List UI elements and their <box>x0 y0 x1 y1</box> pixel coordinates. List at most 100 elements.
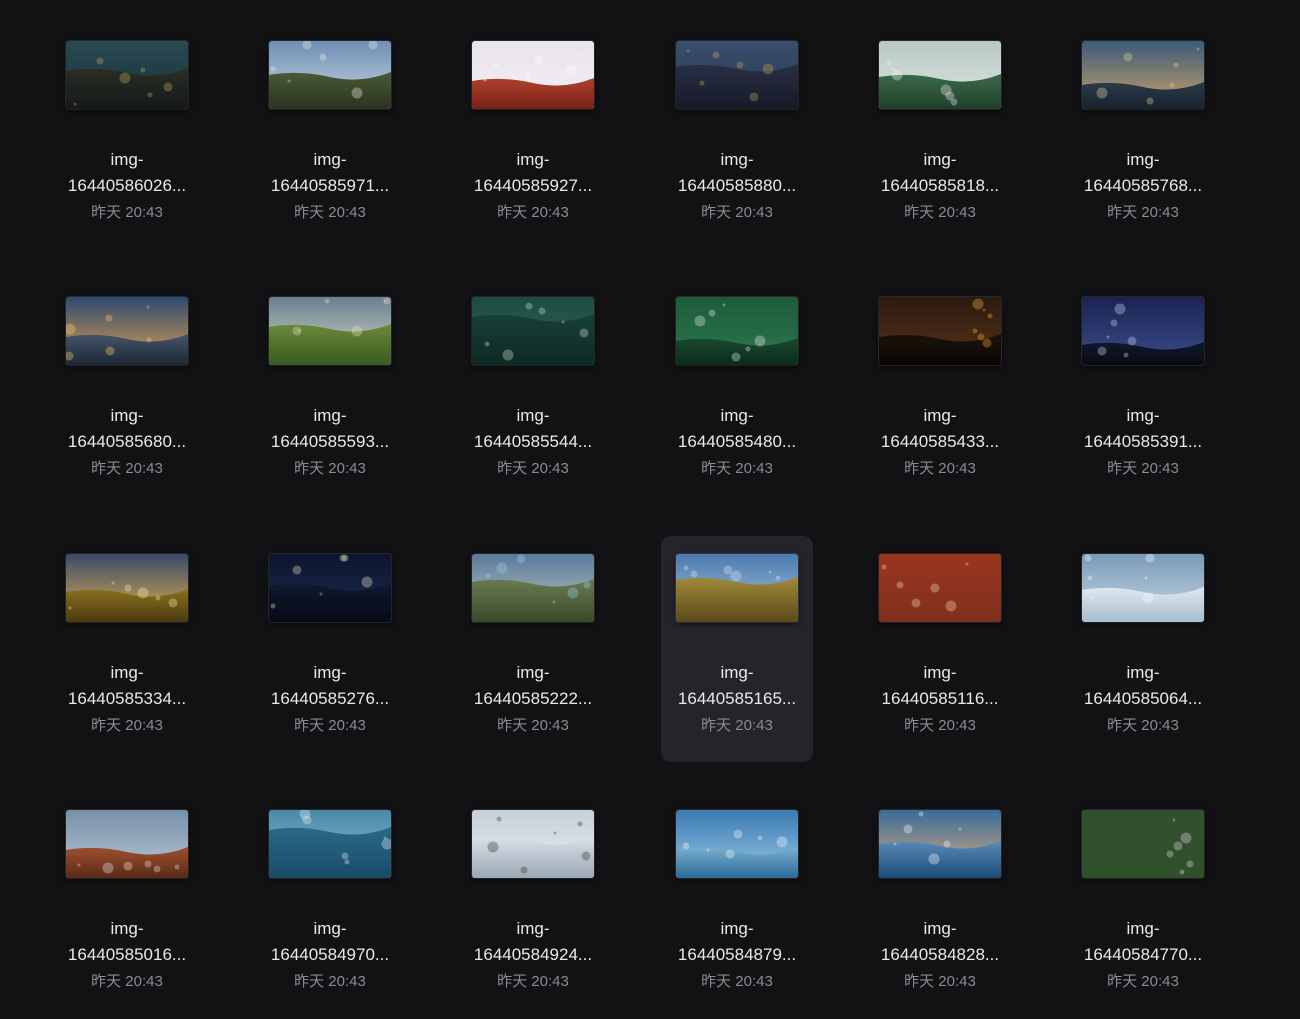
file-item[interactable]: img- 16440584770... 昨天 20:43 <box>1067 792 1219 1018</box>
image-thumbnail-icon[interactable] <box>1082 810 1204 878</box>
file-item[interactable]: img- 16440585971... 昨天 20:43 <box>254 23 406 249</box>
file-date: 昨天 20:43 <box>904 717 976 734</box>
file-date: 昨天 20:43 <box>904 204 976 221</box>
image-thumbnail-icon[interactable] <box>66 810 188 878</box>
file-item[interactable]: img- 16440585116... 昨天 20:43 <box>864 536 1016 762</box>
file-name-line1: img- <box>313 406 347 425</box>
file-name-line2: 16440584879... <box>677 945 797 964</box>
file-name-line2: 16440585165... <box>677 689 797 708</box>
file-date: 昨天 20:43 <box>701 973 773 990</box>
file-name-line1: img- <box>1126 919 1160 938</box>
image-thumbnail-icon[interactable] <box>269 554 391 622</box>
image-thumbnail-icon[interactable] <box>676 810 798 878</box>
file-date: 昨天 20:43 <box>701 204 773 221</box>
file-name-line1: img- <box>110 919 144 938</box>
file-name-line1: img- <box>1126 663 1160 682</box>
file-item[interactable]: img- 16440585064... 昨天 20:43 <box>1067 536 1219 762</box>
image-thumbnail-icon[interactable] <box>66 554 188 622</box>
image-thumbnail-icon[interactable] <box>676 41 798 109</box>
image-thumbnail-icon[interactable] <box>879 554 1001 622</box>
file-name-line1: img- <box>313 663 347 682</box>
file-name-line2: 16440585593... <box>270 432 390 451</box>
file-name-line1: img- <box>923 150 957 169</box>
file-item[interactable]: img- 16440585818... 昨天 20:43 <box>864 23 1016 249</box>
file-name-line2: 16440585116... <box>881 689 999 708</box>
file-name-line1: img- <box>720 919 754 938</box>
file-item[interactable]: img- 16440585433... 昨天 20:43 <box>864 279 1016 505</box>
file-name-line1: img- <box>516 663 550 682</box>
file-name-line2: 16440586026... <box>67 176 187 195</box>
file-name-line2: 16440584970... <box>270 945 390 964</box>
file-item[interactable]: img- 16440585768... 昨天 20:43 <box>1067 23 1219 249</box>
file-date: 昨天 20:43 <box>294 973 366 990</box>
file-item[interactable]: img- 16440584879... 昨天 20:43 <box>661 792 813 1018</box>
image-thumbnail-icon[interactable] <box>66 297 188 365</box>
file-name-line2: 16440585433... <box>880 432 1000 451</box>
image-thumbnail-icon[interactable] <box>676 297 798 365</box>
file-item[interactable]: img- 16440585222... 昨天 20:43 <box>457 536 609 762</box>
file-name-line2: 16440584924... <box>473 945 593 964</box>
file-name-line1: img- <box>1126 406 1160 425</box>
file-name-line2: 16440585480... <box>677 432 797 451</box>
file-item[interactable]: img- 16440585593... 昨天 20:43 <box>254 279 406 505</box>
file-item[interactable]: img- 16440584924... 昨天 20:43 <box>457 792 609 1018</box>
file-date: 昨天 20:43 <box>294 204 366 221</box>
image-thumbnail-icon[interactable] <box>1082 41 1204 109</box>
file-item[interactable]: img- 16440585544... 昨天 20:43 <box>457 279 609 505</box>
file-date: 昨天 20:43 <box>294 717 366 734</box>
file-name-line2: 16440585680... <box>67 432 187 451</box>
file-name-line2: 16440585971... <box>270 176 390 195</box>
file-name-line1: img- <box>720 663 754 682</box>
file-name-line2: 16440584828... <box>880 945 1000 964</box>
file-date: 昨天 20:43 <box>91 460 163 477</box>
file-name-line1: img- <box>110 150 144 169</box>
file-item[interactable]: img- 16440585480... 昨天 20:43 <box>661 279 813 505</box>
file-date: 昨天 20:43 <box>91 717 163 734</box>
file-date: 昨天 20:43 <box>904 973 976 990</box>
image-thumbnail-icon[interactable] <box>269 810 391 878</box>
file-name-line1: img- <box>110 663 144 682</box>
file-name-line2: 16440585544... <box>473 432 593 451</box>
file-date: 昨天 20:43 <box>701 717 773 734</box>
file-item[interactable]: img- 16440585165... 昨天 20:43 <box>661 536 813 762</box>
file-name-line2: 16440585818... <box>880 176 1000 195</box>
image-thumbnail-icon[interactable] <box>472 41 594 109</box>
image-thumbnail-icon[interactable] <box>879 297 1001 365</box>
file-date: 昨天 20:43 <box>904 460 976 477</box>
image-thumbnail-icon[interactable] <box>269 41 391 109</box>
file-item[interactable]: img- 16440584970... 昨天 20:43 <box>254 792 406 1018</box>
image-thumbnail-icon[interactable] <box>879 41 1001 109</box>
file-item[interactable]: img- 16440585391... 昨天 20:43 <box>1067 279 1219 505</box>
file-name-line1: img- <box>1126 150 1160 169</box>
file-name-line1: img- <box>923 919 957 938</box>
image-thumbnail-icon[interactable] <box>66 41 188 109</box>
file-item[interactable]: img- 16440585680... 昨天 20:43 <box>51 279 203 505</box>
file-name-line1: img- <box>313 150 347 169</box>
file-name-line1: img- <box>516 150 550 169</box>
image-thumbnail-icon[interactable] <box>1082 554 1204 622</box>
image-thumbnail-icon[interactable] <box>472 810 594 878</box>
image-thumbnail-icon[interactable] <box>1082 297 1204 365</box>
image-thumbnail-icon[interactable] <box>472 297 594 365</box>
file-item[interactable]: img- 16440585276... 昨天 20:43 <box>254 536 406 762</box>
file-item[interactable]: img- 16440584828... 昨天 20:43 <box>864 792 1016 1018</box>
file-date: 昨天 20:43 <box>497 973 569 990</box>
file-item[interactable]: img- 16440585880... 昨天 20:43 <box>661 23 813 249</box>
file-date: 昨天 20:43 <box>701 460 773 477</box>
file-item[interactable]: img- 16440585334... 昨天 20:43 <box>51 536 203 762</box>
file-name-line2: 16440584770... <box>1083 945 1203 964</box>
image-thumbnail-icon[interactable] <box>676 554 798 622</box>
file-item[interactable]: img- 16440585927... 昨天 20:43 <box>457 23 609 249</box>
file-name-line1: img- <box>923 406 957 425</box>
file-item[interactable]: img- 16440585016... 昨天 20:43 <box>51 792 203 1018</box>
file-name-line1: img- <box>110 406 144 425</box>
image-thumbnail-icon[interactable] <box>269 297 391 365</box>
file-item[interactable]: img- 16440586026... 昨天 20:43 <box>51 23 203 249</box>
file-date: 昨天 20:43 <box>294 460 366 477</box>
image-thumbnail-icon[interactable] <box>879 810 1001 878</box>
file-name-line2: 16440585927... <box>473 176 593 195</box>
file-name-line2: 16440585222... <box>473 689 593 708</box>
image-thumbnail-icon[interactable] <box>472 554 594 622</box>
file-date: 昨天 20:43 <box>497 204 569 221</box>
file-name-line2: 16440585016... <box>67 945 187 964</box>
